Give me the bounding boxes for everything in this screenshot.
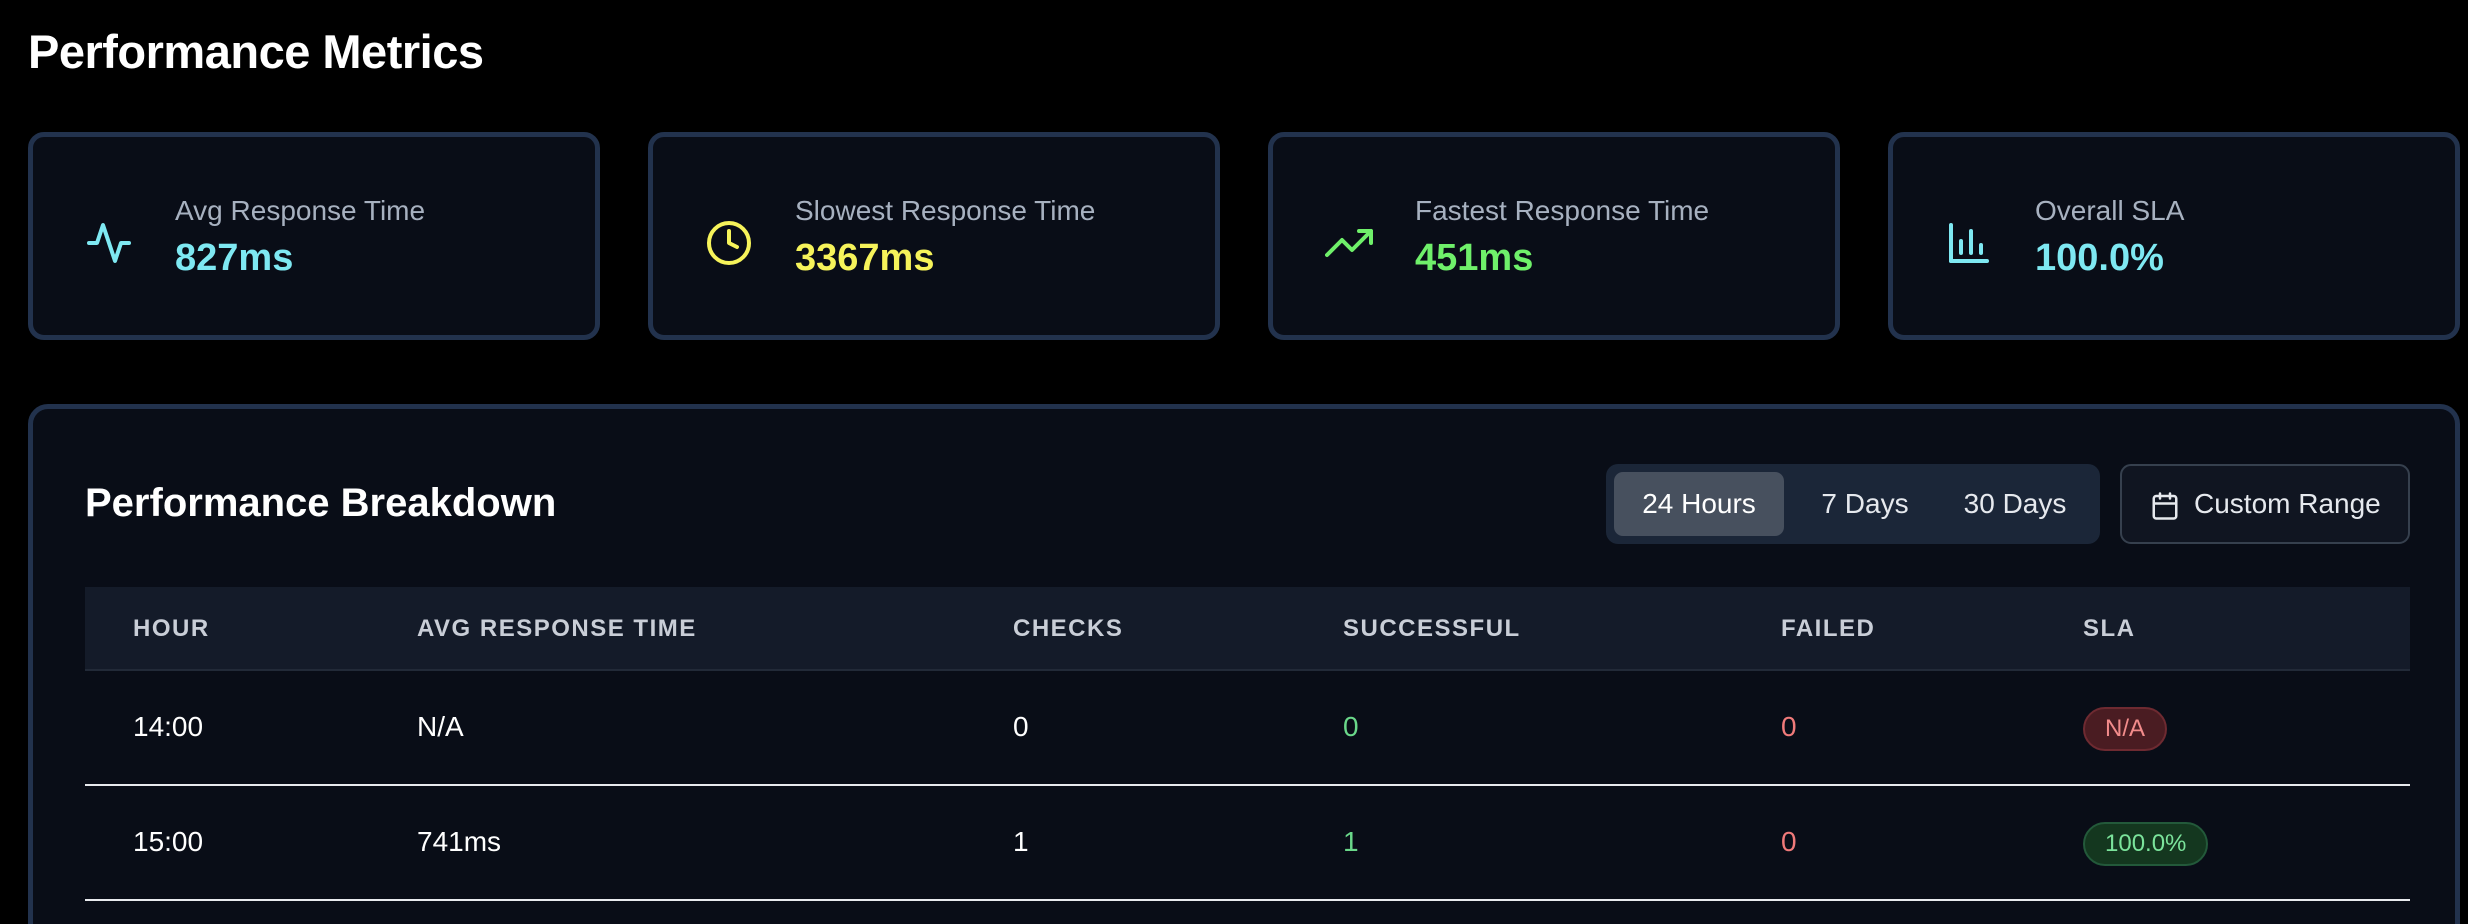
card-value: 3367ms — [795, 237, 935, 279]
card-value: 451ms — [1415, 237, 1534, 279]
column-header-checks: CHECKS — [1013, 615, 1124, 642]
card-label: Fastest Response Time — [1415, 195, 1710, 226]
calendar-icon — [2150, 490, 2180, 522]
range-24-hours-button[interactable]: 24 Hours — [1614, 472, 1784, 536]
cell-failed: 0 — [1781, 711, 1797, 742]
performance-table: HOUR AVG RESPONSE TIME CHECKS SUCCESSFUL… — [85, 587, 2410, 901]
card-label: Avg Response Time — [175, 195, 426, 226]
range-7-days-button[interactable]: 7 Days — [1792, 472, 1938, 536]
card-label: Slowest Response Time — [795, 195, 1096, 226]
metric-cards: Avg Response Time 827ms Slowest Response… — [28, 132, 2460, 340]
cell-avg-response: 741ms — [417, 826, 502, 857]
cell-checks: 0 — [1013, 711, 1029, 742]
performance-breakdown-panel: Performance Breakdown 24 Hours 7 Days 30… — [28, 404, 2460, 924]
custom-range-button[interactable]: Custom Range — [2120, 464, 2410, 544]
avg-response-card: Avg Response Time 827ms — [28, 132, 600, 340]
cell-hour: 14:00 — [133, 711, 204, 742]
page-title: Performance Metrics — [28, 25, 484, 78]
clock-icon — [705, 219, 753, 267]
cell-successful: 1 — [1343, 826, 1359, 857]
slowest-response-card: Slowest Response Time 3367ms — [648, 132, 1220, 340]
cell-checks: 1 — [1013, 826, 1029, 857]
card-value: 100.0% — [2035, 237, 2164, 279]
column-header-successful: SUCCESSFUL — [1343, 615, 1521, 642]
custom-range-label: Custom Range — [2194, 488, 2381, 519]
sla-status-badge: N/A — [2083, 707, 2168, 751]
cell-avg-response: N/A — [417, 711, 464, 742]
time-range-selector: 24 Hours 7 Days 30 Days — [1606, 464, 2100, 544]
range-30-days-button[interactable]: 30 Days — [1940, 472, 2090, 536]
row-divider — [85, 899, 2410, 901]
column-header-sla: SLA — [2083, 615, 2136, 642]
table-row: 15:00 741ms 1 1 0 100.0% — [85, 784, 2410, 899]
column-header-failed: FAILED — [1781, 615, 1876, 642]
section-title: Performance Breakdown — [85, 481, 557, 525]
cell-hour: 15:00 — [133, 826, 204, 857]
column-header-hour: HOUR — [133, 615, 210, 642]
cell-failed: 0 — [1781, 826, 1797, 857]
activity-icon — [85, 219, 133, 267]
overall-sla-card: Overall SLA 100.0% — [1888, 132, 2460, 340]
column-header-avg-response: AVG RESPONSE TIME — [417, 615, 697, 642]
table-header: HOUR AVG RESPONSE TIME CHECKS SUCCESSFUL… — [85, 587, 2410, 669]
table-row: 14:00 N/A 0 0 0 N/A — [85, 669, 2410, 784]
cell-successful: 0 — [1343, 711, 1359, 742]
trending-up-icon — [1325, 219, 1373, 267]
card-label: Overall SLA — [2035, 195, 2185, 226]
fastest-response-card: Fastest Response Time 451ms — [1268, 132, 1840, 340]
sla-status-badge: 100.0% — [2083, 822, 2209, 866]
bar-chart-icon — [1945, 219, 1993, 267]
card-value: 827ms — [175, 237, 294, 279]
